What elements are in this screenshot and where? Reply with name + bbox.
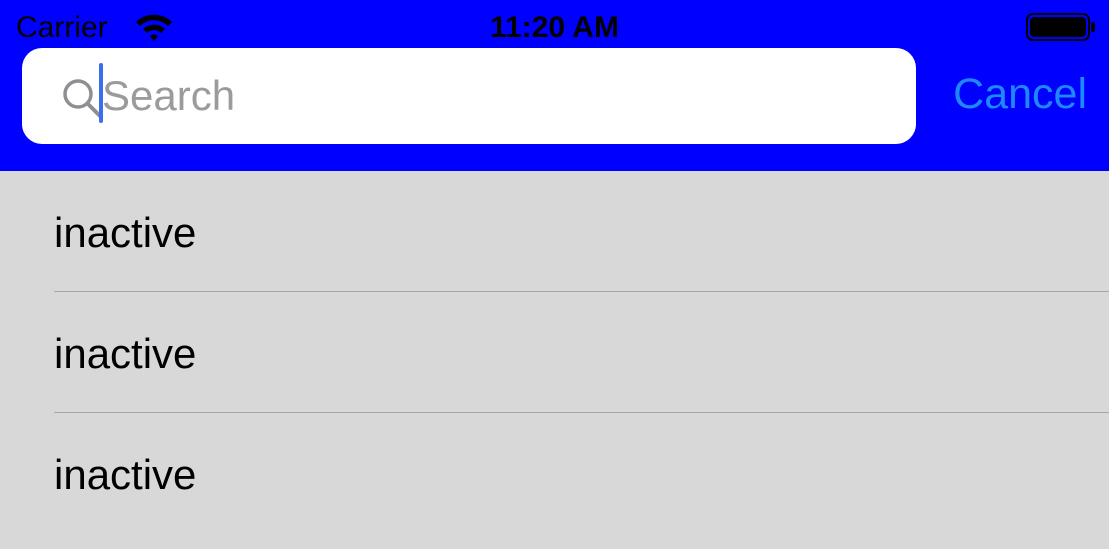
search-input[interactable] xyxy=(102,60,892,132)
magnifying-glass-icon xyxy=(63,79,102,118)
list-item-label: inactive xyxy=(54,330,197,377)
screen: Carrier 11:20 AM Cancel inactive xyxy=(0,0,1109,549)
battery-full-icon xyxy=(1026,13,1095,41)
search-header: Carrier 11:20 AM Cancel xyxy=(0,0,1109,171)
status-bar: Carrier 11:20 AM xyxy=(0,0,1109,48)
status-time: 11:20 AM xyxy=(490,11,619,44)
results-list: inactive inactive inactive xyxy=(0,171,1109,534)
list-item[interactable]: inactive xyxy=(0,171,1109,292)
list-item[interactable]: inactive xyxy=(0,413,1109,534)
list-item-label: inactive xyxy=(54,209,197,256)
cancel-button[interactable]: Cancel xyxy=(953,66,1087,122)
list-item[interactable]: inactive xyxy=(0,292,1109,413)
list-item-label: inactive xyxy=(54,451,197,498)
